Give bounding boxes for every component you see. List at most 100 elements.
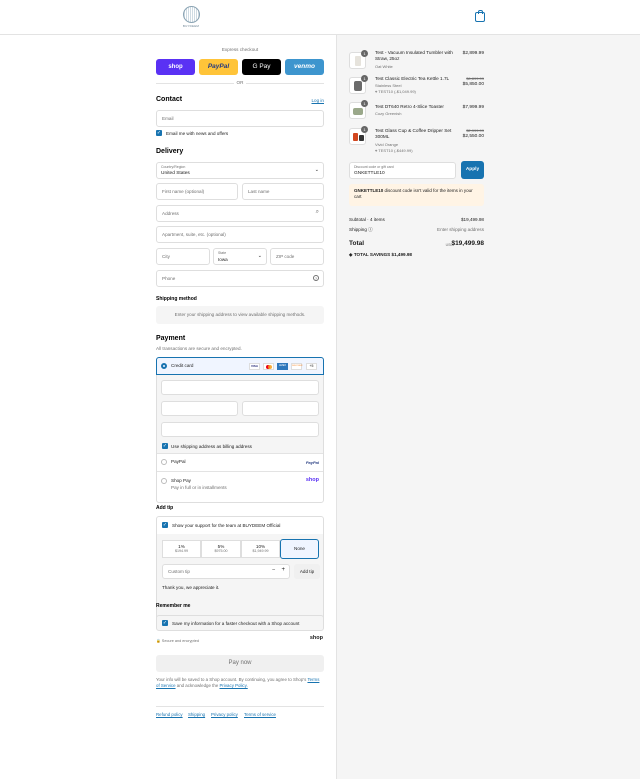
privacy-link[interactable]: Privacy Policy. [220, 683, 248, 688]
legal-and: and acknowledge the [176, 683, 219, 688]
help-icon[interactable]: ? [313, 275, 319, 281]
apartment-placeholder: Apartment, suite, etc. (optional) [162, 232, 226, 237]
shop-pay-option[interactable]: Shop Pay Pay in full or in installments … [157, 471, 323, 503]
mastercard-icon [263, 363, 274, 370]
billing-checkbox[interactable]: ✓ [162, 443, 168, 449]
card-name-field[interactable] [161, 422, 319, 437]
logo-text: BUYDEEM [182, 24, 200, 28]
country-value: United States [161, 171, 190, 176]
card-expiry-field[interactable] [161, 401, 238, 416]
paypal-button[interactable]: PayPal [199, 59, 238, 75]
add-tip-title: Add tip [156, 505, 174, 511]
terms-of-service-link[interactable]: Terms of service [244, 712, 276, 717]
custom-tip-field[interactable]: Custom tip – + [162, 564, 290, 579]
city-placeholder: City [162, 254, 170, 259]
item-variant: Stainless Steel [375, 83, 402, 88]
item-name-line: 300ML [375, 134, 390, 139]
country-select[interactable]: Country/Region United States ⌄ [156, 162, 324, 179]
tip-option-10[interactable]: 10% $1,949.99 [241, 540, 280, 558]
savings-value: $1,499.98 [391, 252, 412, 257]
minus-icon[interactable]: – [272, 567, 275, 573]
privacy-policy-link[interactable]: Privacy policy [211, 712, 238, 717]
apartment-field[interactable]: Apartment, suite, etc. (optional) [156, 226, 324, 243]
plus-icon[interactable]: + [281, 567, 285, 573]
last-name-field[interactable]: Last name [242, 183, 324, 200]
tip-checkbox[interactable]: ✓ [162, 522, 168, 528]
apply-button[interactable]: Apply [461, 161, 484, 179]
total-savings: ◈ TOTAL SAVINGS $1,499.98 [349, 252, 412, 258]
radio-icon [161, 459, 167, 465]
shipping-method-title: Shipping method [156, 296, 197, 302]
state-select[interactable]: State Iowa ⌄ [213, 248, 267, 265]
paypal-option[interactable]: PayPal PayPal [157, 453, 323, 471]
item-discount: ⌖ TEST10 (-$1,049.99) [375, 89, 416, 94]
quantity-badge: 1 [361, 126, 368, 133]
item-name: Test Glass Cup & Coffee Dripper Set 300ML [375, 128, 455, 140]
refund-policy-link[interactable]: Refund policy [156, 712, 183, 717]
custom-tip-placeholder: Custom tip [168, 569, 190, 574]
pay-now-button[interactable]: Pay now [156, 655, 324, 672]
remember-checkbox[interactable]: ✓ [162, 620, 168, 626]
legal-line: Your info will be saved to a Shop accoun… [156, 677, 307, 682]
item-price: $7,999.99 [462, 105, 484, 110]
venmo-button[interactable]: venmo [285, 59, 324, 75]
last-name-placeholder: Last name [248, 189, 270, 194]
paypal-logo: PayPal [305, 460, 319, 465]
store-logo[interactable]: BUYDEEM [181, 6, 201, 30]
city-field[interactable]: City [156, 248, 210, 265]
address-placeholder: Address [162, 211, 179, 216]
product-thumbnail: 1 [349, 126, 368, 145]
savings-label: TOTAL SAVINGS [353, 252, 391, 257]
tip-option-none[interactable]: None [280, 539, 319, 559]
item-variant: Vivid Orange [375, 142, 399, 147]
chevron-down-icon: ⌄ [257, 253, 262, 259]
legal-text: Your info will be saved to a Shop accoun… [156, 677, 324, 689]
item-variant: Oat White [375, 64, 393, 69]
tip-amount: $1,949.99 [252, 549, 269, 553]
state-value: Iowa [218, 257, 228, 262]
paypal-label: PayPal [171, 459, 186, 464]
tip-option-5[interactable]: 5% $975.00 [201, 540, 241, 558]
login-link[interactable]: Log in [311, 98, 324, 103]
google-pay-button[interactable]: G Pay [242, 59, 281, 75]
email-field[interactable]: Email [156, 110, 324, 127]
shop-pay-button[interactable]: shop [156, 59, 195, 75]
item-name: Test DT640 Retro 4-Slice Toaster [375, 104, 444, 109]
newsletter-checkbox[interactable]: ✓ [156, 130, 162, 136]
tip-option-1[interactable]: 1% $194.99 [162, 540, 201, 558]
footer-divider [156, 706, 324, 707]
card-cvv-field[interactable] [242, 401, 319, 416]
credit-card-option[interactable]: Credit card VISA AMEX DISCOVER +5 [156, 357, 324, 375]
discount-code-value: GNKETTLE10 [354, 171, 385, 176]
radio-selected-icon [161, 363, 167, 369]
credit-card-label: Credit card [171, 363, 194, 368]
add-tip-button[interactable]: Add tip [294, 564, 320, 579]
discount-code-field[interactable]: Discount code or gift card GNKETTLE10 [349, 162, 456, 179]
phone-field[interactable]: Phone ? [156, 270, 324, 287]
first-name-field[interactable]: First name (optional) [156, 183, 238, 200]
shopping-bag-icon[interactable] [475, 10, 485, 22]
tip-amount: $194.99 [175, 549, 188, 553]
payment-subtitle: All transactions are secure and encrypte… [156, 346, 242, 351]
site-header: BUYDEEM [0, 0, 640, 35]
shipping-link[interactable]: Shipping [188, 712, 205, 717]
item-name-line: Straw, 25oz [375, 56, 400, 61]
item-old-price: $2,999.99 [466, 128, 484, 133]
info-icon[interactable]: ⓘ [368, 227, 373, 232]
country-label: Country/Region [161, 165, 186, 169]
contact-title: Contact [156, 96, 183, 103]
zip-field[interactable]: ZIP code [270, 248, 324, 265]
remember-me-box: ✓ Save my information for a faster check… [156, 615, 324, 631]
item-name-line: Test - Vacuum Insulated Tumbler with [375, 50, 453, 55]
first-name-placeholder: First name (optional) [162, 189, 205, 194]
tip-section: ✓ Show your support for the team at BUYD… [156, 516, 324, 630]
chevron-down-icon: ⌄ [314, 167, 319, 173]
address-field[interactable]: Address ⌕ [156, 205, 324, 222]
shop-pay-sub: Pay in full or in installments [171, 485, 227, 490]
secure-text: Secure and encrypted [161, 639, 199, 643]
item-variant: Cozy Greenish [375, 111, 402, 116]
card-number-field[interactable] [161, 380, 319, 395]
shipping-label-text: Shipping [349, 227, 367, 232]
error-code: GNKETTLE10 [354, 188, 384, 193]
visa-icon: VISA [249, 363, 260, 370]
